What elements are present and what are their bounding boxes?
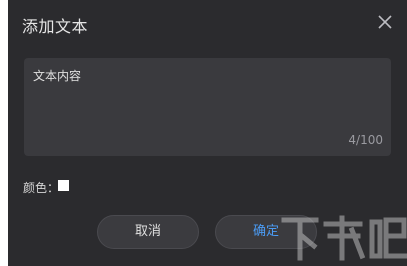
watermark-logo [280,212,407,262]
color-label: 颜色： [23,181,60,195]
dialog-title: 添加文本 [22,17,89,36]
text-content-input[interactable]: 文本内容 4/100 [24,58,391,156]
cancel-button[interactable]: 取消 [97,215,199,249]
char-counter: 4/100 [348,133,383,147]
add-text-dialog: 添加文本 文本内容 4/100 颜色： 取消 确定 [8,0,407,266]
text-content-value: 文本内容 [33,69,82,83]
color-swatch[interactable] [58,180,69,191]
close-icon[interactable] [377,14,393,30]
